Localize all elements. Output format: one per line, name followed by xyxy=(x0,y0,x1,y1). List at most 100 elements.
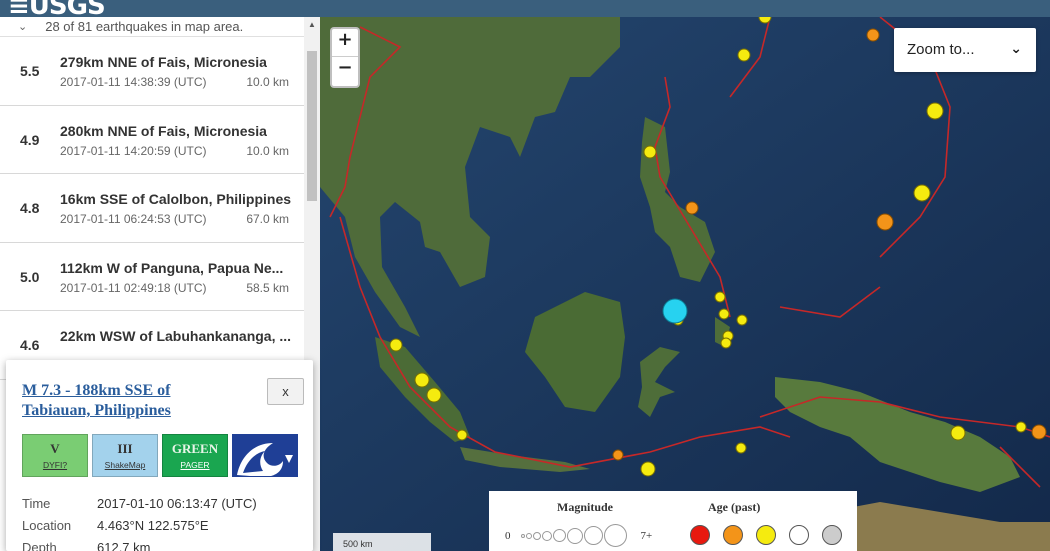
age-dot xyxy=(756,525,776,545)
list-item[interactable]: 5.0 112km W of Panguna, Papua Ne... 2017… xyxy=(0,243,319,311)
legend-magnitude-scale: 0 7+ xyxy=(505,524,652,547)
magnitude-circle xyxy=(541,530,552,541)
close-button[interactable]: x xyxy=(267,378,304,405)
quake-marker xyxy=(866,28,880,42)
place: 279km NNE of Fais, Micronesia xyxy=(60,54,267,70)
zoom-to-dropdown[interactable]: Zoom to... ⌄ xyxy=(894,28,1036,72)
quake-marker xyxy=(736,314,748,326)
quake-marker xyxy=(718,308,730,320)
legend-magnitude-title: Magnitude xyxy=(557,500,614,514)
magnitude-circle xyxy=(520,533,525,538)
depth: 67.0 km xyxy=(246,212,289,226)
popup-title-link[interactable]: M 7.3 - 188km SSE of Tabiauan, Philippin… xyxy=(22,381,232,421)
scrollbar-thumb[interactable] xyxy=(307,51,317,201)
quake-marker xyxy=(950,425,966,441)
magnitude-circle xyxy=(552,529,566,542)
magnitude: 5.5 xyxy=(20,63,40,79)
dyfi-badge[interactable]: V DYFI? xyxy=(22,434,88,477)
map-legend: Magnitude Age (past) 0 7+ xyxy=(489,491,857,551)
quake-marker xyxy=(685,201,699,215)
quake-marker xyxy=(643,145,657,159)
legend-mag-min: 0 xyxy=(505,529,511,542)
magnitude-circle xyxy=(525,532,532,539)
list-count-text: 28 of 81 earthquakes in map area. xyxy=(45,19,244,34)
shakemap-label: ShakeMap xyxy=(104,460,146,470)
tsunami-icon xyxy=(233,435,297,476)
legend-age-title: Age (past) xyxy=(708,500,761,514)
zoom-in-button[interactable]: + xyxy=(332,29,358,57)
quake-marker xyxy=(640,461,656,477)
quake-marker xyxy=(758,17,772,24)
place: 22km WSW of Labuhankananga, ... xyxy=(60,328,292,344)
scale-bar: 500 km xyxy=(333,533,431,551)
quake-marker xyxy=(714,291,726,303)
magnitude-circle xyxy=(603,524,627,547)
shakemap-badge[interactable]: III ShakeMap xyxy=(92,434,158,477)
legend-age-scale xyxy=(690,525,855,545)
magnitude: 4.9 xyxy=(20,131,40,148)
quake-marker-selected xyxy=(662,298,688,324)
place: 112km W of Panguna, Papua Ne... xyxy=(60,259,284,276)
magnitude: 4.8 xyxy=(20,200,40,216)
depth-label: Depth xyxy=(22,540,57,551)
map-area[interactable] xyxy=(320,17,1050,551)
time: 2017-01-11 14:20:59 (UTC) xyxy=(60,143,207,158)
quake-marker xyxy=(426,387,442,403)
quake-marker xyxy=(389,338,403,352)
time: 2017-01-11 06:24:53 (UTC) xyxy=(60,212,207,226)
quake-marker xyxy=(720,337,732,349)
quake-marker xyxy=(456,429,468,441)
legend-mag-max: 7+ xyxy=(640,529,653,542)
magnitude-circle xyxy=(583,526,603,545)
depth: 10.0 km xyxy=(246,75,289,89)
age-dot xyxy=(690,525,710,545)
quake-marker xyxy=(735,442,747,454)
quake-marker xyxy=(737,48,751,62)
age-dot xyxy=(723,525,743,545)
age-dot xyxy=(789,525,809,545)
time: 2017-01-11 14:38:39 (UTC) xyxy=(60,75,207,89)
place: 280km NNE of Fais, Micronesia xyxy=(60,122,267,139)
dyfi-value: V xyxy=(50,441,60,456)
list-item[interactable]: 5.5 279km NNE of Fais, Micronesia 2017-0… xyxy=(0,37,319,106)
zoom-to-label: Zoom to... xyxy=(907,41,975,58)
time-label: Time xyxy=(22,496,51,511)
magnitude: 5.0 xyxy=(20,268,40,285)
scale-label: 500 km xyxy=(343,539,373,549)
shakemap-value: III xyxy=(117,441,133,456)
quake-markers xyxy=(389,17,1047,477)
chevron-down-icon: ⌄ xyxy=(1010,40,1022,56)
list-item[interactable]: 4.8 16km SSE of Calolbon, Philippines 20… xyxy=(0,174,319,243)
location-label: Location xyxy=(22,518,72,533)
list-header[interactable]: ⌄ 28 of 81 earthquakes in map area. xyxy=(0,17,319,37)
list-item[interactable]: 4.9 280km NNE of Fais, Micronesia 2017-0… xyxy=(0,106,319,174)
quake-marker xyxy=(913,184,931,202)
place: 16km SSE of Calolbon, Philippines xyxy=(60,191,292,207)
quake-marker xyxy=(926,102,944,120)
location-value: 4.463°N 122.575°E xyxy=(97,518,209,533)
quake-marker xyxy=(612,449,624,461)
magnitude: 4.6 xyxy=(20,337,40,353)
dyfi-label: DYFI? xyxy=(42,460,68,470)
pager-value: GREEN xyxy=(171,441,219,456)
time-value: 2017-01-10 06:13:47 (UTC) xyxy=(97,496,257,511)
time: 2017-01-11 02:49:18 (UTC) xyxy=(60,280,207,295)
header-bar: ≡USGS xyxy=(0,0,1050,21)
earthquake-popup: M 7.3 - 188km SSE of Tabiauan, Philippin… xyxy=(6,360,313,551)
scroll-up-arrow-icon[interactable]: ▲ xyxy=(304,17,320,33)
depth: 58.5 km xyxy=(246,280,289,295)
magnitude-circle xyxy=(532,531,541,540)
zoom-control: + − xyxy=(330,27,360,88)
pager-badge[interactable]: GREEN PAGER xyxy=(162,434,228,477)
quake-marker xyxy=(1031,424,1047,440)
age-dot xyxy=(822,525,842,545)
depth: 10.0 km xyxy=(246,143,289,158)
magnitude-circle xyxy=(566,527,583,544)
pager-label: PAGER xyxy=(180,460,210,470)
zoom-out-button[interactable]: − xyxy=(332,57,358,85)
depth-value: 612.7 km xyxy=(97,540,151,551)
chevron-down-icon[interactable]: ⌄ xyxy=(18,20,27,33)
quake-marker xyxy=(1015,421,1027,433)
quake-marker xyxy=(414,372,430,388)
tsunami-badge[interactable] xyxy=(232,434,298,477)
